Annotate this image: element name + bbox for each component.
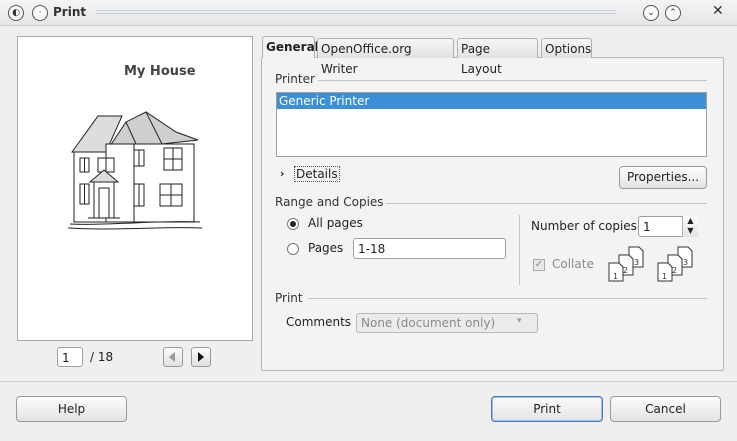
house-drawing xyxy=(67,111,202,230)
all-pages-label[interactable]: All pages xyxy=(308,216,363,230)
print-button[interactable]: Print xyxy=(491,396,603,422)
spin-arrows-icon[interactable]: ▲ ▼ xyxy=(682,216,698,237)
window-title: Print xyxy=(53,5,87,19)
svg-text:3: 3 xyxy=(683,258,688,267)
svg-text:1: 1 xyxy=(613,272,618,281)
properties-button[interactable]: Properties... xyxy=(619,166,707,189)
collate-checkbox[interactable]: ✓ xyxy=(533,259,545,271)
chevron-down-icon: ▾ xyxy=(517,316,522,326)
close-icon[interactable]: ✕ xyxy=(712,3,724,19)
range-section-rule xyxy=(386,203,707,204)
printer-list-item-selected[interactable]: Generic Printer xyxy=(277,93,706,109)
chevron-down-icon[interactable]: ⌄ xyxy=(643,5,659,21)
triangle-right-icon xyxy=(198,352,204,362)
page-number-input[interactable]: 1 xyxy=(57,347,83,367)
pages-range-input[interactable]: 1-18 xyxy=(353,238,506,259)
pages-radio[interactable] xyxy=(287,243,299,255)
tab-options[interactable]: Options xyxy=(541,38,592,58)
svg-text:1: 1 xyxy=(662,272,667,281)
expand-arrow-icon[interactable]: › xyxy=(280,167,285,180)
print-section-label: Print xyxy=(275,291,303,305)
all-pages-radio[interactable] xyxy=(287,218,299,230)
svg-text:2: 2 xyxy=(623,266,628,275)
help-button[interactable]: Help xyxy=(16,396,127,422)
previous-page-button[interactable] xyxy=(163,347,183,367)
pin-icon[interactable]: · xyxy=(32,5,48,21)
footer-separator xyxy=(0,381,737,382)
comments-value: None (document only) xyxy=(361,316,496,330)
comments-dropdown: None (document only) xyxy=(356,313,538,333)
app-menu-icon[interactable]: ◐ xyxy=(8,5,24,21)
printer-section-label: Printer xyxy=(275,72,315,86)
title-bar-stripes xyxy=(96,10,616,16)
tab-page-layout[interactable]: Page Layout xyxy=(457,38,538,76)
range-section-label: Range and Copies xyxy=(275,195,384,209)
svg-text:2: 2 xyxy=(672,266,677,275)
pages-label[interactable]: Pages xyxy=(308,241,343,255)
preview-heading: My House xyxy=(124,64,196,79)
svg-text:3: 3 xyxy=(634,258,639,267)
collate-pages-icon: 3 2 1 xyxy=(608,246,644,282)
range-divider xyxy=(519,215,520,285)
print-section-rule xyxy=(308,298,707,299)
chevron-up-icon[interactable]: ⌃ xyxy=(665,5,681,21)
page-total: / 18 xyxy=(90,350,114,364)
triangle-left-icon xyxy=(169,352,175,362)
next-page-button[interactable] xyxy=(191,347,211,367)
collate-pages-icon-2: 3 2 1 xyxy=(657,246,693,282)
collate-label: Collate xyxy=(552,257,594,271)
printer-section-rule xyxy=(318,80,707,81)
cancel-button[interactable]: Cancel xyxy=(610,396,721,422)
copies-label: Number of copies xyxy=(531,219,637,233)
comments-label: Comments xyxy=(286,315,352,329)
details-toggle[interactable]: Details xyxy=(294,166,340,182)
tab-openoffice-writer[interactable]: OpenOffice.org Writer xyxy=(317,38,454,76)
tab-general[interactable]: General xyxy=(262,36,319,58)
